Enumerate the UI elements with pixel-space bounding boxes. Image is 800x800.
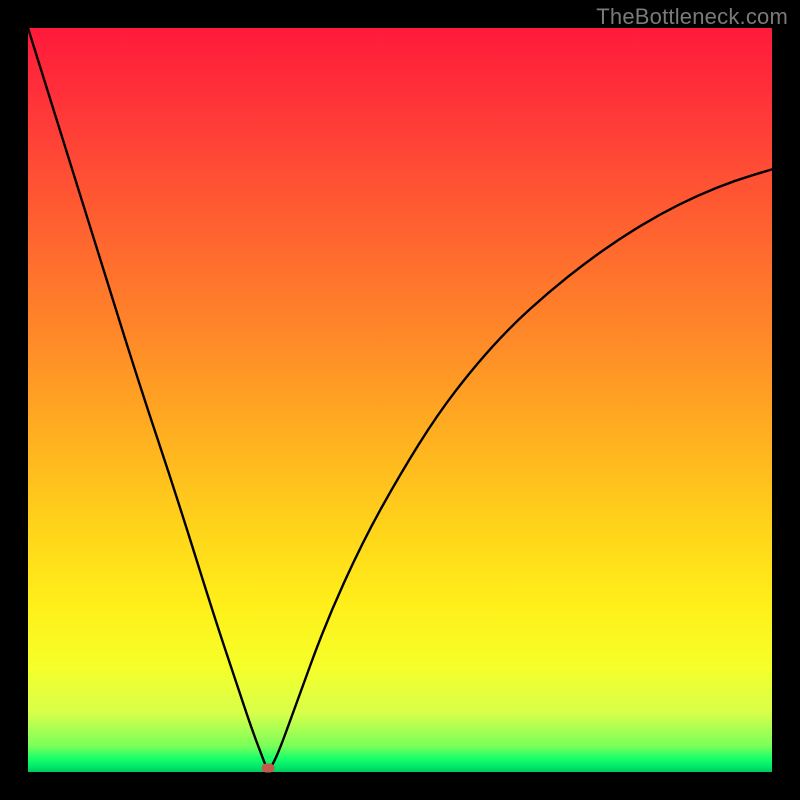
bottleneck-curve xyxy=(28,28,772,768)
curve-svg xyxy=(28,28,772,772)
watermark-text: TheBottleneck.com xyxy=(596,4,788,30)
chart-frame: TheBottleneck.com xyxy=(0,0,800,800)
optimum-marker xyxy=(261,763,274,772)
plot-area xyxy=(28,28,772,772)
